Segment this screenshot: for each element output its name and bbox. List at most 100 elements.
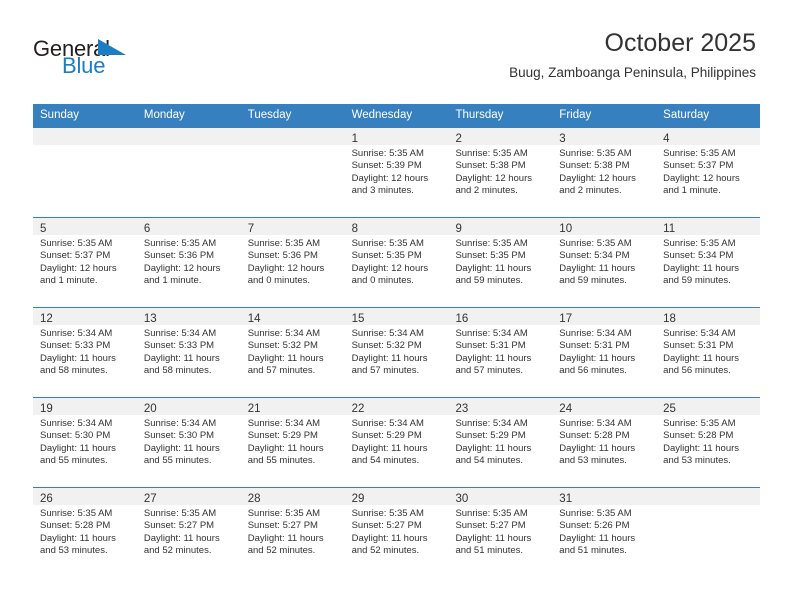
day-daylight-2-text: and 59 minutes. xyxy=(455,275,524,287)
day-sunrise-text: Sunrise: 5:35 AM xyxy=(351,238,424,249)
day-cell[interactable]: 12 Sunrise: 5:34 AM Sunset: 5:33 PM Dayligh… xyxy=(33,308,137,397)
day-number: 10 xyxy=(559,223,573,235)
day-daylight-1-text: Daylight: 11 hours xyxy=(351,532,428,544)
day-sun-info: Sunrise: 5:35 AM Sunset: 5:27 PM Daylight:… xyxy=(241,505,345,558)
day-daylight-2-text: and 1 minute. xyxy=(663,185,721,197)
day-cell[interactable]: 17 Sunrise: 5:34 AM Sunset: 5:31 PM Dayligh… xyxy=(552,308,657,397)
day-cell[interactable]: 18 Sunrise: 5:34 AM Sunset: 5:31 PM Dayligh… xyxy=(656,308,761,397)
day-daylight-2-text: and 59 minutes. xyxy=(559,275,627,287)
day-cell[interactable]: 2 Sunrise: 5:35 AM Sunset: 5:38 PM Daylight… xyxy=(448,128,553,217)
day-sun-info: Sunrise: 5:35 AM Sunset: 5:35 PM Daylight:… xyxy=(345,235,449,288)
day-number: 21 xyxy=(247,403,261,415)
day-sun-info: Sunrise: 5:34 AM Sunset: 5:29 PM Daylight:… xyxy=(345,415,449,468)
day-cell[interactable]: 14 Sunrise: 5:34 AM Sunset: 5:32 PM Dayligh… xyxy=(240,308,345,397)
day-daylight-1-text: Daylight: 11 hours xyxy=(559,442,636,454)
day-sun-info: Sunrise: 5:35 AM Sunset: 5:39 PM Daylight:… xyxy=(345,145,449,198)
day-sun-info: Sunrise: 5:35 AM Sunset: 5:35 PM Daylight:… xyxy=(448,235,552,288)
day-sunrise-text: Sunrise: 5:34 AM xyxy=(143,328,217,339)
day-daylight-1-text: Daylight: 11 hours xyxy=(351,352,428,364)
day-daylight-2-text: and 55 minutes. xyxy=(247,455,316,467)
day-daylight-1-text: Daylight: 12 hours xyxy=(351,172,429,184)
day-number: 28 xyxy=(247,493,261,505)
day-cell[interactable]: 1 Sunrise: 5:35 AM Sunset: 5:39 PM Daylight… xyxy=(344,128,449,217)
day-cell[interactable]: 23 Sunrise: 5:34 AM Sunset: 5:29 PM Dayligh… xyxy=(448,398,553,487)
day-daylight-2-text: and 1 minute. xyxy=(143,275,202,287)
day-daylight-2-text: and 52 minutes. xyxy=(247,545,316,557)
day-sunset-text: Sunset: 5:31 PM xyxy=(455,340,526,352)
day-number-band: 13 xyxy=(136,308,241,325)
day-sunset-text: Sunset: 5:27 PM xyxy=(351,520,422,532)
day-sunset-text: Sunset: 5:37 PM xyxy=(663,160,734,172)
day-sunrise-text: Sunrise: 5:35 AM xyxy=(143,508,217,519)
day-number: 18 xyxy=(663,313,676,325)
day-cell[interactable]: 5 Sunrise: 5:35 AM Sunset: 5:37 PM Daylight… xyxy=(33,218,137,307)
day-daylight-1-text: Daylight: 12 hours xyxy=(351,262,429,274)
day-sunset-text: Sunset: 5:34 PM xyxy=(663,250,734,262)
day-sunset-text: Sunset: 5:29 PM xyxy=(351,430,422,442)
day-sunset-text: Sunset: 5:28 PM xyxy=(40,520,111,532)
day-cell[interactable]: 4 Sunrise: 5:35 AM Sunset: 5:37 PM Daylight… xyxy=(656,128,761,217)
day-number-band: 18 xyxy=(656,308,761,325)
day-sunrise-text: Sunrise: 5:34 AM xyxy=(351,328,424,339)
day-number-band: 6 xyxy=(136,218,241,235)
day-cell[interactable]: 7 Sunrise: 5:35 AM Sunset: 5:36 PM Daylight… xyxy=(240,218,345,307)
day-sunrise-text: Sunrise: 5:34 AM xyxy=(455,418,528,429)
day-cell[interactable]: 31 Sunrise: 5:35 AM Sunset: 5:26 PM Dayligh… xyxy=(552,488,657,577)
day-number-band: 7 xyxy=(240,218,345,235)
day-daylight-1-text: Daylight: 12 hours xyxy=(455,172,533,184)
day-sunset-text: Sunset: 5:31 PM xyxy=(559,340,630,352)
day-sun-info: Sunrise: 5:34 AM Sunset: 5:28 PM Daylight:… xyxy=(552,415,656,468)
day-cell[interactable]: 10 Sunrise: 5:35 AM Sunset: 5:34 PM Dayligh… xyxy=(552,218,657,307)
day-cell[interactable]: 21 Sunrise: 5:34 AM Sunset: 5:29 PM Dayligh… xyxy=(240,398,345,487)
day-daylight-2-text: and 3 minutes. xyxy=(351,185,414,197)
weekday-header-sunday: Sunday xyxy=(40,109,80,121)
day-cell-empty xyxy=(136,128,241,217)
day-cell[interactable]: 26 Sunrise: 5:35 AM Sunset: 5:28 PM Dayligh… xyxy=(33,488,137,577)
day-cell[interactable]: 6 Sunrise: 5:35 AM Sunset: 5:36 PM Daylight… xyxy=(136,218,241,307)
day-cell[interactable]: 24 Sunrise: 5:34 AM Sunset: 5:28 PM Dayligh… xyxy=(552,398,657,487)
day-cell[interactable]: 19 Sunrise: 5:34 AM Sunset: 5:30 PM Dayligh… xyxy=(33,398,137,487)
weekday-header-monday: Monday xyxy=(143,109,185,121)
day-cell[interactable]: 16 Sunrise: 5:34 AM Sunset: 5:31 PM Dayligh… xyxy=(448,308,553,397)
day-number-band: 30 xyxy=(448,488,553,505)
day-cell[interactable]: 15 Sunrise: 5:34 AM Sunset: 5:32 PM Dayligh… xyxy=(344,308,449,397)
day-sun-info: Sunrise: 5:34 AM Sunset: 5:31 PM Daylight:… xyxy=(448,325,552,378)
day-cell[interactable]: 8 Sunrise: 5:35 AM Sunset: 5:35 PM Daylight… xyxy=(344,218,449,307)
day-cell[interactable]: 28 Sunrise: 5:35 AM Sunset: 5:27 PM Dayligh… xyxy=(240,488,345,577)
day-sunset-text: Sunset: 5:28 PM xyxy=(559,430,630,442)
day-number-band: 3 xyxy=(552,128,657,145)
day-daylight-1-text: Daylight: 11 hours xyxy=(40,352,116,364)
day-sunset-text: Sunset: 5:35 PM xyxy=(455,250,526,262)
day-cell[interactable]: 13 Sunrise: 5:34 AM Sunset: 5:33 PM Dayligh… xyxy=(136,308,241,397)
day-number: 13 xyxy=(143,313,157,325)
day-cell[interactable]: 30 Sunrise: 5:35 AM Sunset: 5:27 PM Dayligh… xyxy=(448,488,553,577)
day-number-band: 9 xyxy=(448,218,553,235)
day-cell[interactable]: 20 Sunrise: 5:34 AM Sunset: 5:30 PM Dayligh… xyxy=(136,398,241,487)
day-daylight-2-text: and 52 minutes. xyxy=(351,545,420,557)
day-cell[interactable]: 25 Sunrise: 5:35 AM Sunset: 5:28 PM Dayligh… xyxy=(656,398,761,487)
day-cell[interactable]: 9 Sunrise: 5:35 AM Sunset: 5:35 PM Daylight… xyxy=(448,218,553,307)
day-sunrise-text: Sunrise: 5:35 AM xyxy=(455,508,528,519)
day-number: 8 xyxy=(351,223,358,235)
day-sunrise-text: Sunrise: 5:35 AM xyxy=(247,508,321,519)
day-sun-info: Sunrise: 5:35 AM Sunset: 5:28 PM Daylight:… xyxy=(33,505,137,558)
day-sun-info: Sunrise: 5:34 AM Sunset: 5:29 PM Daylight:… xyxy=(241,415,345,468)
day-sun-info: Sunrise: 5:34 AM Sunset: 5:32 PM Daylight:… xyxy=(345,325,449,378)
day-cell[interactable]: 27 Sunrise: 5:35 AM Sunset: 5:27 PM Dayligh… xyxy=(136,488,241,577)
day-cell[interactable]: 29 Sunrise: 5:35 AM Sunset: 5:27 PM Dayligh… xyxy=(344,488,449,577)
day-number-band: 20 xyxy=(136,398,241,415)
day-sunset-text: Sunset: 5:33 PM xyxy=(143,340,215,352)
day-daylight-2-text: and 54 minutes. xyxy=(351,455,420,467)
day-cell[interactable]: 11 Sunrise: 5:35 AM Sunset: 5:34 PM Dayligh… xyxy=(656,218,761,307)
day-number-band: 25 xyxy=(656,398,761,415)
day-daylight-1-text: Daylight: 11 hours xyxy=(143,442,220,454)
day-cell[interactable]: 22 Sunrise: 5:34 AM Sunset: 5:29 PM Dayligh… xyxy=(344,398,449,487)
day-number: 4 xyxy=(663,133,670,145)
day-daylight-2-text: and 57 minutes. xyxy=(247,365,316,377)
weekday-header-friday: Friday xyxy=(559,109,592,121)
day-number: 20 xyxy=(143,403,157,415)
day-daylight-2-text: and 59 minutes. xyxy=(663,275,731,287)
weekday-header-saturday: Saturday xyxy=(663,109,710,121)
day-cell[interactable]: 3 Sunrise: 5:35 AM Sunset: 5:38 PM Daylight… xyxy=(552,128,657,217)
day-daylight-1-text: Daylight: 11 hours xyxy=(247,352,324,364)
